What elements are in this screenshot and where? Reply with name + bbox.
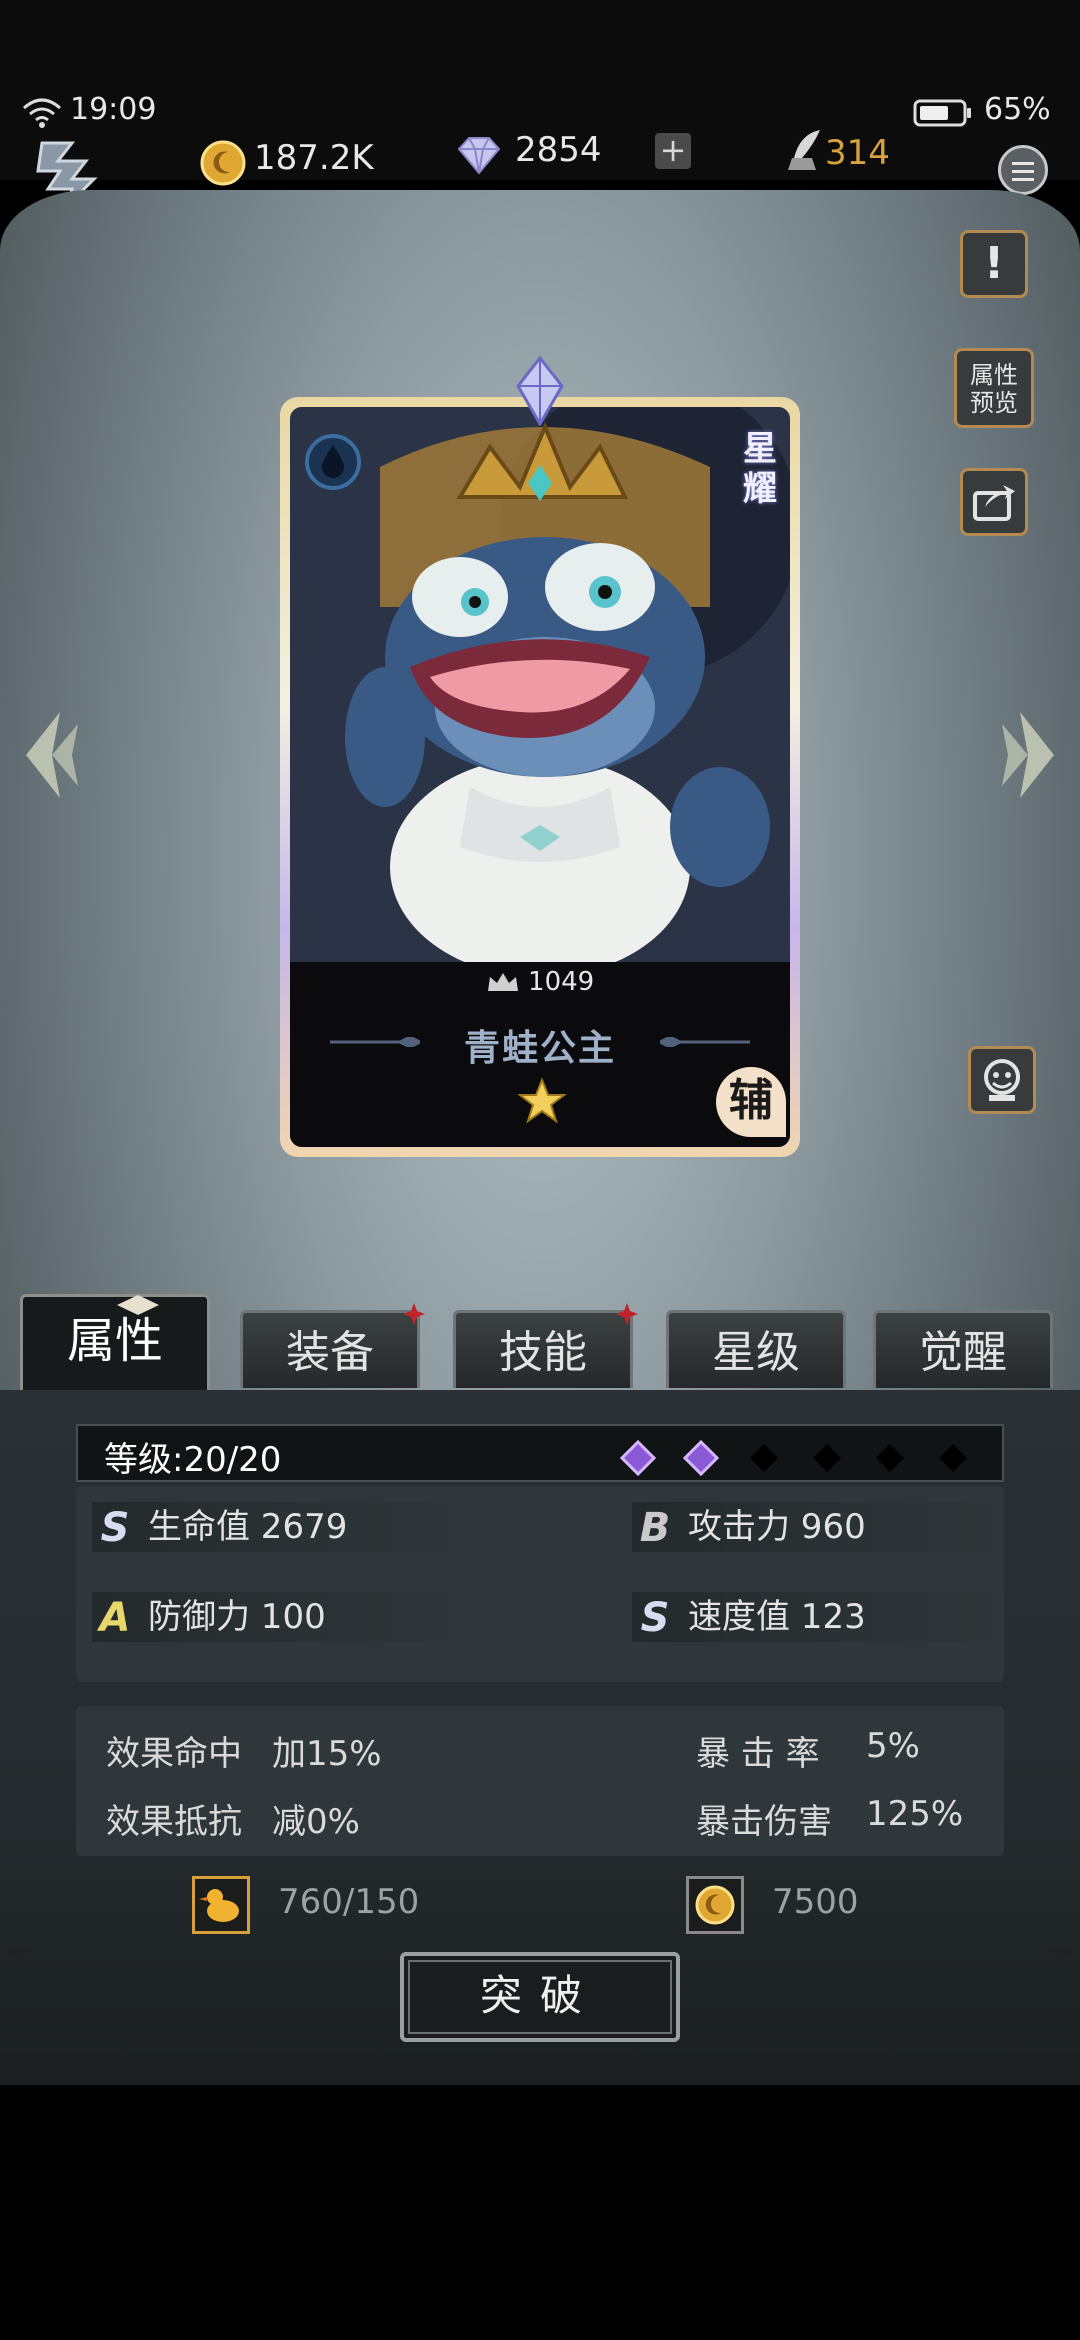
tab-skills-label: 技能	[499, 1327, 587, 1378]
red-dot-icon	[616, 1303, 638, 1325]
stat-row-hp: S 生命值 2679	[92, 1502, 472, 1552]
gold-coin-icon	[200, 140, 246, 186]
hero-power: 1049	[460, 967, 620, 1003]
stamina-amount: 314	[825, 133, 890, 173]
material-cost: 760/150	[278, 1882, 420, 1922]
red-dot-icon	[403, 1303, 425, 1325]
masks-icon	[984, 1059, 1020, 1101]
hero-card[interactable]: 星 耀 1049 青蛙公主 辅	[280, 397, 800, 1157]
tab-active-indicator-icon	[117, 1295, 159, 1315]
tab-awaken-label: 觉醒	[919, 1327, 1007, 1378]
stat-speed: 速度值 123	[688, 1597, 866, 1637]
gold-amount: 187.2K	[254, 138, 374, 178]
frog-princess-portrait	[290, 407, 790, 967]
hero-power-value: 1049	[528, 967, 595, 997]
level-gem-empty-icon	[876, 1444, 904, 1472]
stat-hp: 生命值 2679	[148, 1507, 348, 1547]
stat-row-speed: S 速度值 123	[632, 1592, 1012, 1642]
gold-cost-icon	[686, 1876, 744, 1934]
crit-rate-label: 暴 击 率	[696, 1734, 820, 1774]
card-top-gem-icon	[516, 356, 564, 426]
crown-icon	[487, 972, 518, 991]
tab-bar: 属性 装备 技能 星级 觉醒	[0, 1292, 1080, 1392]
stat-grade: A	[99, 1595, 131, 1641]
star-icon	[518, 1077, 566, 1124]
tab-skills[interactable]: 技能	[453, 1303, 638, 1388]
effect-hit-value: 加15%	[272, 1734, 382, 1774]
effect-resist-value: 减0%	[272, 1802, 360, 1842]
tab-equipment[interactable]: 装备	[240, 1303, 425, 1388]
hero-card-inner: 星 耀 1049 青蛙公主 辅	[290, 407, 790, 1147]
stat-defense: 防御力 100	[148, 1597, 326, 1637]
attribute-preview-button[interactable]: 属性 预览	[954, 348, 1034, 428]
rarity-badge: 星 耀	[743, 429, 777, 509]
diamond-icon	[457, 137, 501, 175]
level-gem-filled-icon	[620, 1440, 656, 1476]
breakthrough-button[interactable]: 突破	[400, 1952, 680, 2042]
water-element-icon	[305, 434, 361, 490]
previous-hero-button[interactable]	[14, 700, 84, 810]
name-right-ornament-icon	[660, 1037, 750, 1047]
bottom-blank-area	[0, 2085, 1080, 2340]
stamina-quill-icon	[788, 130, 820, 170]
gold-coin-icon	[695, 1885, 735, 1925]
info-button[interactable]: !	[960, 230, 1028, 298]
stat-grade: S	[100, 1505, 130, 1551]
duck-material-icon	[192, 1876, 250, 1934]
duck-icon	[199, 1889, 239, 1922]
stat-row-defense: A 防御力 100	[92, 1592, 472, 1642]
stat-grade: S	[640, 1595, 670, 1641]
tab-star-level-label: 星级	[712, 1327, 800, 1378]
effect-hit-label: 效果命中	[106, 1734, 242, 1774]
corner-star-icon	[1048, 1938, 1076, 1966]
crit-damage-value: 125%	[866, 1794, 964, 1834]
effect-resist-label: 效果抵抗	[106, 1802, 242, 1842]
next-hero-button[interactable]	[996, 700, 1066, 810]
add-diamond-button[interactable]: +	[655, 133, 691, 169]
role-badge: 辅	[716, 1067, 786, 1137]
crit-rate-value: 5%	[866, 1726, 920, 1766]
tab-equipment-label: 装备	[286, 1327, 374, 1378]
crit-damage-label: 暴击伤害	[696, 1802, 832, 1842]
tab-awaken[interactable]: 觉醒	[873, 1310, 1053, 1388]
level-gem-empty-icon	[939, 1444, 967, 1472]
gold-cost: 7500	[772, 1882, 859, 1922]
battery-percent: 65%	[984, 92, 1051, 127]
stat-attack: 攻击力 960	[688, 1507, 866, 1547]
corner-star-icon	[4, 1938, 32, 1966]
level-gem-empty-icon	[813, 1444, 841, 1472]
level-gem-filled-icon	[683, 1440, 719, 1476]
menu-button[interactable]	[998, 145, 1048, 195]
status-time: 19:09	[70, 92, 157, 127]
battery-icon	[913, 99, 971, 127]
stat-grade: B	[639, 1505, 671, 1551]
share-icon	[973, 485, 1015, 521]
level-gem-empty-icon	[750, 1444, 778, 1472]
level-label: 等级:20/20	[104, 1440, 282, 1480]
diamond-amount: 2854	[515, 130, 602, 170]
extra-stats-block: 效果命中 加15% 暴 击 率 5% 效果抵抗 减0% 暴击伤害 125%	[76, 1706, 1004, 1856]
tab-attributes-label: 属性	[66, 1313, 163, 1369]
relation-button[interactable]	[968, 1046, 1036, 1114]
base-stats-block: S 生命值 2679 B 攻击力 960 A 防御力 100 S 速度值 123	[76, 1486, 1012, 1682]
share-button[interactable]	[960, 468, 1028, 536]
tab-attributes[interactable]: 属性	[20, 1294, 210, 1390]
stat-row-attack: B 攻击力 960	[632, 1502, 1012, 1552]
wifi-icon	[23, 98, 61, 128]
tab-star-level[interactable]: 星级	[666, 1310, 846, 1388]
